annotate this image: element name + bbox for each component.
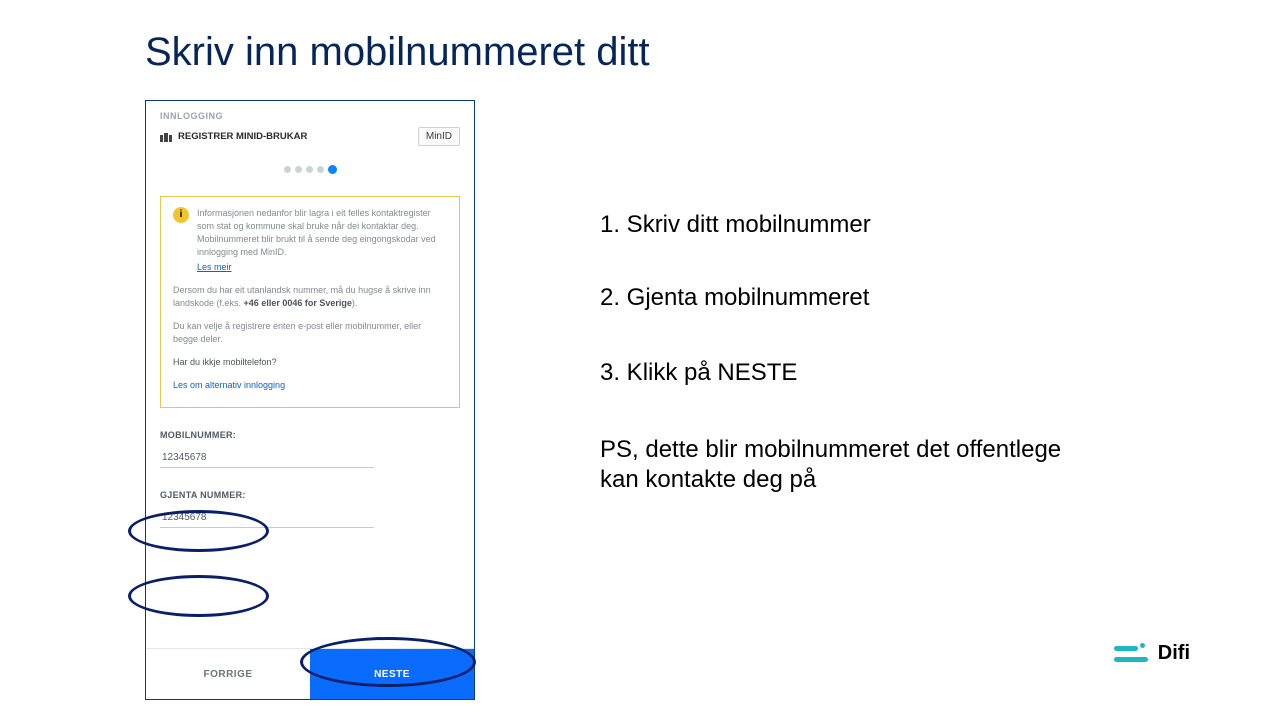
difi-mark-icon xyxy=(1114,643,1148,665)
instruction-ps: PS, dette blir mobilnummeret det offentl… xyxy=(600,435,1080,495)
repeat-input[interactable] xyxy=(160,508,374,528)
alt-login-link[interactable]: Les om alternativ innlogging xyxy=(173,379,447,392)
info-question: Har du ikkje mobiltelefon? xyxy=(173,356,447,369)
progress-dots xyxy=(160,160,460,178)
slide: Skriv inn mobilnummeret ditt INNLOGGING … xyxy=(0,0,1280,720)
repeat-label: GJENTA NUMMER: xyxy=(160,490,460,500)
read-more-link[interactable]: Les meir xyxy=(197,261,232,274)
castle-icon xyxy=(160,132,172,142)
prev-button[interactable]: FORRIGE xyxy=(146,649,310,699)
info-p1: Informasjonen nedanfor blir lagra i eit … xyxy=(197,208,436,257)
mobile-input[interactable] xyxy=(160,448,374,468)
nav-buttons: FORRIGE NESTE xyxy=(146,648,474,699)
instruction-3: 3. Klikk på NESTE xyxy=(600,358,797,388)
info-p3: Du kan velje å registrere enten e-post e… xyxy=(173,320,447,346)
register-heading: REGISTRER MINID-BRUKAR xyxy=(160,131,307,142)
next-button[interactable]: NESTE xyxy=(310,649,474,699)
difi-logo-text: Difi xyxy=(1158,642,1190,665)
register-label: REGISTRER MINID-BRUKAR xyxy=(178,131,307,142)
instruction-1: 1. Skriv ditt mobilnummer xyxy=(600,210,871,240)
info-icon: i xyxy=(173,207,189,223)
difi-logo: Difi xyxy=(1114,642,1190,665)
info-p2: Dersom du har eit utanlandsk nummer, må … xyxy=(173,284,447,310)
minid-panel: INNLOGGING REGISTRER MINID-BRUKAR MinID … xyxy=(145,100,475,700)
mobile-label: MOBILNUMMER: xyxy=(160,430,460,440)
instruction-2: 2. Gjenta mobilnummeret xyxy=(600,283,869,313)
minid-brand-badge: MinID xyxy=(418,127,460,146)
login-label: INNLOGGING xyxy=(160,111,460,121)
info-box: i Informasjonen nedanfor blir lagra i ei… xyxy=(160,196,460,408)
page-title: Skriv inn mobilnummeret ditt xyxy=(145,30,650,75)
